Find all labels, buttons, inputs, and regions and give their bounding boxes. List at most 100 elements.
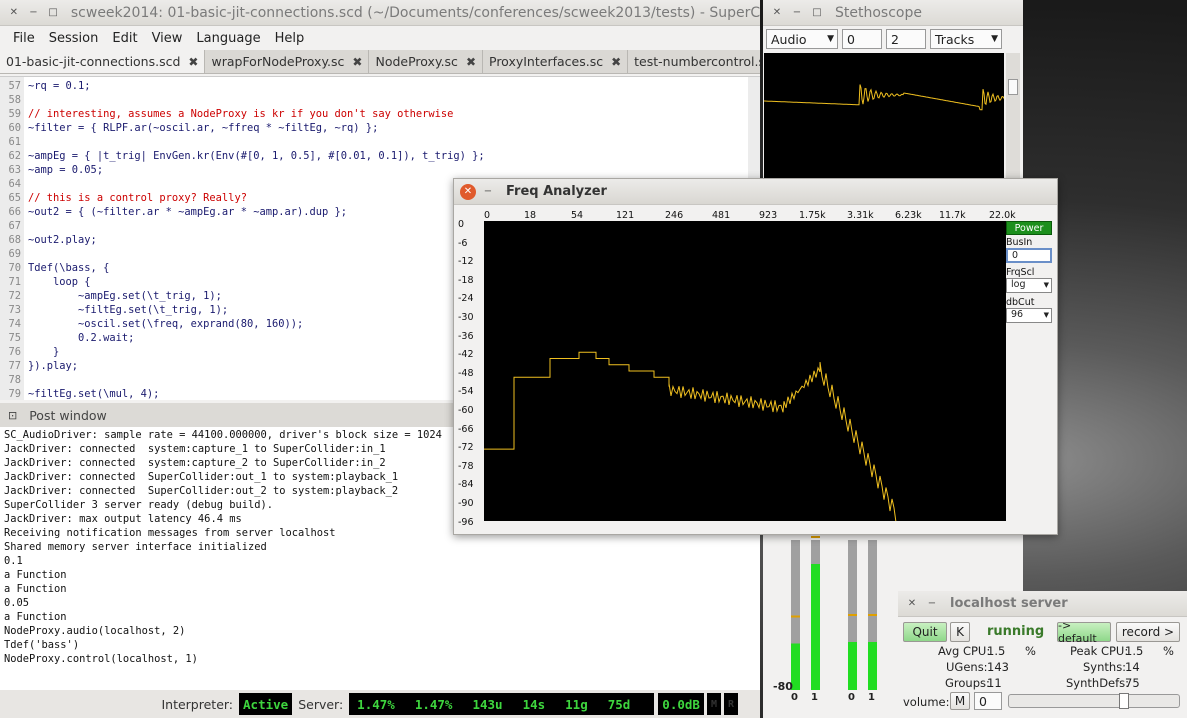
x-tick-label: 6.23k (895, 210, 922, 221)
y-tick-label: -6 (458, 237, 468, 249)
server-status[interactable]: 1.47% 1.47% 143u 14s 11g 75d (349, 693, 655, 715)
maximize-icon[interactable]: □ (809, 5, 825, 21)
code-line[interactable]: // interesting, assumes a NodeProxy is k… (28, 107, 743, 121)
minimize-icon[interactable]: − (924, 596, 940, 612)
post-line: JackDriver: connected system:capture_2 t… (4, 457, 386, 469)
maximize-icon[interactable]: □ (45, 5, 61, 21)
close-icon[interactable]: ✕ (460, 183, 476, 200)
y-tick-label: -96 (458, 516, 474, 528)
offset-value: 0 (847, 31, 855, 47)
offset-field[interactable]: 0 (842, 29, 882, 49)
post-line: SC_AudioDriver: sample rate = 44100.0000… (4, 429, 442, 441)
mute-button[interactable]: M (950, 692, 970, 710)
line-number: 79 (8, 388, 21, 400)
mute-label: M (710, 698, 717, 710)
menu-bar: File Session Edit View Language Help (0, 26, 760, 50)
record-button[interactable]: record > (1116, 622, 1180, 642)
avg-cpu-pct: % (1025, 644, 1036, 658)
meter-level (848, 642, 857, 690)
channels-field[interactable]: 2 (886, 29, 926, 49)
close-tab-icon[interactable]: ✖ (188, 55, 198, 69)
peak-cpu-label: Peak CPU: (1070, 644, 1129, 658)
stethoscope-controls: Audio ▼ 0 2 Tracks ▼ (763, 26, 1023, 52)
close-icon[interactable]: ✕ (769, 5, 785, 21)
y-tick-label: -84 (458, 479, 474, 491)
menu-session[interactable]: Session (49, 31, 99, 46)
x-tick-label: 923 (759, 210, 778, 221)
scope-scrollbar[interactable] (1006, 53, 1020, 179)
kill-button[interactable]: K (950, 622, 970, 642)
post-line: NodeProxy.control(localhost, 1) (4, 653, 198, 665)
peak-cpu: 1.47% (414, 696, 453, 712)
code-line[interactable] (28, 93, 743, 107)
tab-nodeproxy[interactable]: NodeProxy.sc ✖ (369, 50, 483, 73)
line-number: 68 (8, 234, 21, 246)
tab-test-numbercontrol[interactable]: test-numbercontrol.sc✖ (628, 50, 760, 73)
close-tab-icon[interactable]: ✖ (611, 55, 621, 69)
post-line: a Function (4, 611, 67, 623)
record-indicator[interactable]: R (723, 693, 738, 715)
dbcut-select[interactable]: 96 ▼ (1006, 308, 1052, 323)
default-button[interactable]: -> default (1057, 619, 1111, 645)
volume-field[interactable]: 0 (974, 692, 1002, 710)
tab-label: 01-basic-jit-connections.scd (6, 54, 181, 69)
y-tick-label: -48 (458, 367, 474, 379)
code-line[interactable]: ~amp = 0.05; (28, 163, 743, 177)
status-bar: Interpreter: Active Server: 1.47% 1.47% … (0, 690, 760, 718)
frqscl-label: FrqScl (1006, 267, 1035, 278)
menu-file[interactable]: File (13, 31, 35, 46)
close-tab-icon[interactable]: ✖ (466, 55, 476, 69)
chevron-down-icon: ▼ (991, 34, 998, 44)
minimize-icon[interactable]: − (26, 5, 42, 21)
ugens-value: 143 (987, 660, 1009, 674)
line-number: 70 (8, 262, 21, 274)
menu-language[interactable]: Language (196, 31, 260, 46)
volume-slider[interactable] (1008, 693, 1180, 709)
close-icon[interactable]: ✕ (6, 5, 22, 21)
close-icon[interactable]: ✕ (904, 596, 920, 612)
line-number: 72 (8, 290, 21, 302)
x-tick-label: 246 (665, 210, 684, 221)
code-line[interactable]: ~rq = 0.1; (28, 79, 743, 93)
dock-icon[interactable]: ⊡ (8, 409, 17, 422)
server-title: localhost server (950, 596, 1068, 611)
tab-wrapfornodeproxy[interactable]: wrapForNodeProxy.sc ✖ (205, 50, 370, 73)
menu-view[interactable]: View (152, 31, 183, 46)
volume-slider-handle[interactable] (1119, 693, 1129, 709)
x-tick-label: 11.7k (939, 210, 966, 221)
x-tick-label: 3.31k (847, 210, 874, 221)
frqscl-select[interactable]: log ▼ (1006, 278, 1052, 293)
tab-proxyinterfaces[interactable]: ProxyInterfaces.sc ✖ (483, 50, 629, 73)
interpreter-status[interactable]: Active (239, 693, 293, 715)
post-line: Shared memory server interface initializ… (4, 541, 267, 553)
code-line[interactable] (28, 135, 743, 149)
busin-field[interactable]: 0 (1006, 248, 1052, 263)
minimize-icon[interactable]: − (480, 184, 496, 200)
volume-display[interactable]: 0.0dB (658, 693, 704, 715)
line-number: 62 (8, 150, 21, 162)
line-number: 61 (8, 136, 21, 148)
quit-button[interactable]: Quit (903, 622, 947, 642)
spectrum-plot[interactable] (484, 221, 1006, 523)
tab-basic-jit[interactable]: 01-basic-jit-connections.scd ✖ (0, 50, 206, 73)
mute-indicator[interactable]: M (706, 693, 721, 715)
y-tick-label: -60 (458, 405, 474, 416)
mode-select[interactable]: Tracks ▼ (930, 29, 1002, 49)
meter-peak (791, 615, 800, 618)
code-line[interactable]: ~ampEg = { |t_trig| EnvGen.kr(Env(#[0, 1… (28, 149, 743, 163)
oscilloscope-display[interactable] (764, 53, 1005, 179)
minimize-icon[interactable]: − (789, 5, 805, 21)
rate-select[interactable]: Audio ▼ (766, 29, 838, 49)
menu-help[interactable]: Help (275, 31, 305, 46)
post-line: 0.1 (4, 555, 23, 567)
power-button[interactable]: Power (1006, 221, 1052, 235)
meter-label-1: 1 (811, 692, 818, 703)
level-meters: -80 0 1 0 1 (763, 535, 903, 718)
menu-edit[interactable]: Edit (112, 31, 137, 46)
close-tab-icon[interactable]: ✖ (352, 55, 362, 69)
groups-count: 11g (565, 696, 588, 712)
y-tick-label: -66 (458, 423, 474, 435)
code-line[interactable]: ~filter = { RLPF.ar(~oscil.ar, ~ffreq * … (28, 121, 743, 135)
window-title: scweek2014: 01-basic-jit-connections.scd… (70, 4, 760, 21)
y-tick-label: -54 (458, 386, 474, 398)
